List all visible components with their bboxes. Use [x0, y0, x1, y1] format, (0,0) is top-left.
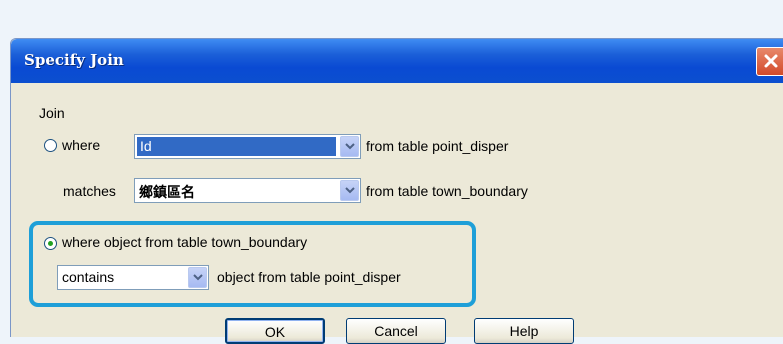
where-radio[interactable] — [44, 139, 57, 152]
where-radio-label[interactable]: where — [62, 137, 100, 153]
chevron-down-icon — [345, 143, 355, 150]
matches-column-value: 鄉鎮區名 — [139, 185, 195, 201]
join-group-label: Join — [39, 105, 65, 121]
where-column-value: Id — [137, 137, 336, 156]
where-dropdown-button[interactable] — [340, 136, 359, 157]
title-bar[interactable]: Specify Join — [11, 39, 783, 83]
help-button[interactable]: Help — [474, 318, 574, 344]
ok-button[interactable]: OK — [225, 318, 325, 344]
matches-table-text: from table town_boundary — [366, 183, 528, 199]
chevron-down-icon — [345, 187, 355, 194]
close-button[interactable] — [756, 47, 783, 76]
matches-column-select[interactable]: 鄉鎮區名 — [134, 178, 361, 203]
matches-dropdown-button[interactable] — [340, 180, 359, 201]
where-table-text: from table point_disper — [366, 138, 509, 154]
matches-label: matches — [63, 183, 116, 199]
where-column-select[interactable]: Id — [134, 134, 361, 159]
highlight-box — [29, 221, 476, 307]
cancel-button[interactable]: Cancel — [346, 318, 446, 344]
close-icon — [764, 54, 778, 68]
dialog-title: Specify Join — [24, 51, 124, 69]
